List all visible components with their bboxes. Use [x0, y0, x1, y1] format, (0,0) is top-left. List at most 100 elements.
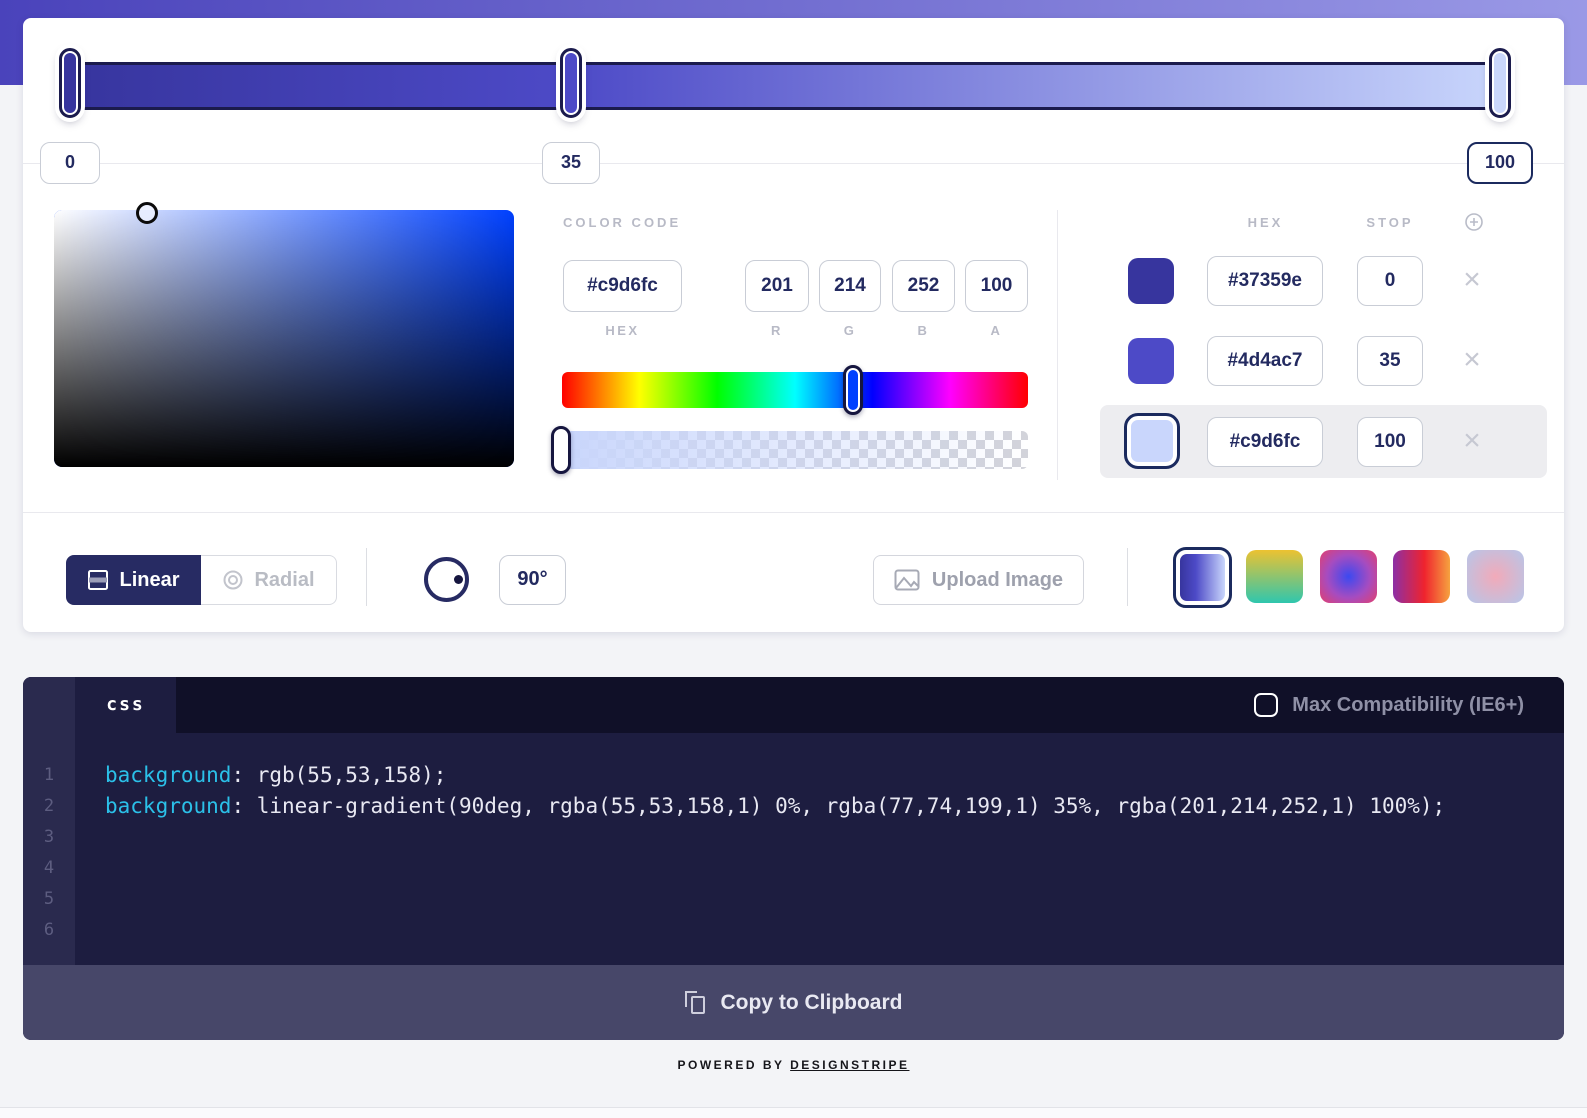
- css-property: background: [105, 794, 232, 818]
- hex-field-label: HEX: [605, 323, 640, 338]
- horizontal-divider: [23, 512, 1564, 513]
- code-header: css Max Compatibility (IE6+): [75, 677, 1564, 733]
- gradient-stop-handle-100[interactable]: [1489, 48, 1511, 118]
- stop-swatch[interactable]: [1128, 258, 1174, 304]
- upload-image-button[interactable]: Upload Image: [873, 555, 1084, 605]
- add-stop-icon[interactable]: [1463, 211, 1485, 233]
- alpha-input[interactable]: 100: [965, 260, 1028, 312]
- line-number: 1: [43, 765, 55, 785]
- stop-value-input[interactable]: 100: [1357, 417, 1423, 467]
- designstripe-link[interactable]: DESIGNSTRIPE: [790, 1058, 909, 1072]
- blue-input[interactable]: 252: [892, 260, 955, 312]
- gradient-preview-bar[interactable]: [68, 62, 1502, 110]
- stop-handle-color: [1494, 53, 1506, 113]
- upload-image-label: Upload Image: [931, 568, 1064, 591]
- copy-to-clipboard-label: Copy to Clipboard: [720, 990, 903, 1014]
- r-field-label: R: [771, 323, 783, 338]
- gradient-generator-app: 0 35 100 COLOR CODE #c9d6fc 201 214 252 …: [0, 0, 1587, 1118]
- image-icon: [894, 569, 920, 591]
- stops-hex-header: HEX: [1247, 215, 1284, 230]
- vertical-divider: [1057, 210, 1058, 480]
- max-compatibility-checkbox[interactable]: [1254, 693, 1279, 717]
- max-compatibility-toggle[interactable]: Max Compatibility (IE6+): [1254, 677, 1524, 733]
- preset-gradient-2[interactable]: [1320, 550, 1377, 603]
- copy-to-clipboard-button[interactable]: Copy to Clipboard: [23, 965, 1564, 1040]
- saturation-overlay: [54, 210, 514, 467]
- line-number: 2: [43, 796, 55, 816]
- color-code-label: COLOR CODE: [563, 215, 682, 230]
- stop-position-input-100-selected[interactable]: 100: [1467, 142, 1533, 184]
- alpha-slider-handle[interactable]: [551, 426, 571, 474]
- preset-gradient-1[interactable]: [1246, 550, 1303, 603]
- linear-icon: [87, 569, 109, 591]
- line-number: 4: [43, 858, 55, 878]
- angle-dial[interactable]: [424, 557, 469, 602]
- gradient-type-toggle: Linear Radial: [66, 555, 337, 605]
- stop-hex-input[interactable]: #c9d6fc: [1207, 417, 1323, 467]
- copy-icon: [684, 990, 707, 1015]
- code-line-1: background: rgb(55,53,158);: [105, 760, 1564, 791]
- stops-stop-header: STOP: [1366, 215, 1414, 230]
- angle-input[interactable]: 90°: [499, 555, 566, 605]
- preset-gradient-0-selected[interactable]: [1173, 547, 1232, 608]
- delete-stop-icon[interactable]: ×: [1452, 256, 1492, 306]
- tab-css[interactable]: css: [75, 677, 176, 733]
- stop-row-0: #37359e 0 ×: [1100, 244, 1547, 318]
- stop-hex-input[interactable]: #4d4ac7: [1207, 336, 1323, 386]
- line-numbers: 1 2 3 4 5 6: [23, 760, 75, 946]
- stop-handle-color: [565, 53, 577, 113]
- code-area[interactable]: background: rgb(55,53,158); background: …: [75, 733, 1564, 822]
- stop-swatch-selected[interactable]: [1124, 413, 1180, 469]
- radial-icon: [222, 569, 244, 591]
- line-number: 6: [43, 920, 55, 940]
- red-input[interactable]: 201: [745, 260, 809, 312]
- stop-value-input[interactable]: 35: [1357, 336, 1423, 386]
- stop-value-input[interactable]: 0: [1357, 256, 1423, 306]
- green-input[interactable]: 214: [819, 260, 881, 312]
- delete-stop-icon[interactable]: ×: [1452, 336, 1492, 386]
- color-picker-cursor[interactable]: [136, 202, 158, 224]
- max-compatibility-label: Max Compatibility (IE6+): [1292, 693, 1524, 716]
- angle-dial-dot: [454, 575, 463, 584]
- code-line-2: background: linear-gradient(90deg, rgba(…: [105, 791, 1564, 822]
- stop-handle-color: [64, 53, 76, 113]
- radial-toggle-button[interactable]: Radial: [201, 555, 337, 605]
- alpha-gradient-overlay: [562, 431, 1028, 469]
- css-value: : rgb(55,53,158);: [231, 763, 447, 787]
- radial-label: Radial: [254, 568, 315, 591]
- stop-row-2-selected: #c9d6fc 100 ×: [1100, 405, 1547, 478]
- line-number: 5: [43, 889, 55, 909]
- footer: POWERED BY DESIGNSTRIPE: [0, 1058, 1587, 1072]
- hue-handle-color: [848, 370, 858, 410]
- gradient-stop-handle-35[interactable]: [560, 48, 582, 118]
- alpha-slider[interactable]: [562, 431, 1028, 469]
- css-value: : linear-gradient(90deg, rgba(55,53,158,…: [231, 794, 1446, 818]
- preset-gradient-3[interactable]: [1393, 550, 1450, 603]
- toolbar-divider: [366, 548, 367, 606]
- preset-gradient-4[interactable]: [1467, 550, 1524, 603]
- gradient-stop-handle-0[interactable]: [59, 48, 81, 118]
- stop-position-input-35[interactable]: 35: [542, 142, 600, 184]
- bottom-strip: [0, 1107, 1587, 1118]
- stop-hex-input[interactable]: #37359e: [1207, 256, 1323, 306]
- preset-fill: [1180, 554, 1225, 601]
- editor-card: 0 35 100 COLOR CODE #c9d6fc 201 214 252 …: [23, 18, 1564, 632]
- g-field-label: G: [843, 323, 857, 338]
- stop-position-input-0[interactable]: 0: [40, 142, 100, 184]
- saturation-brightness-square[interactable]: [54, 210, 514, 467]
- powered-by-text: POWERED BY: [677, 1058, 791, 1072]
- hue-slider-handle[interactable]: [843, 365, 863, 415]
- stop-row-1: #4d4ac7 35 ×: [1100, 324, 1547, 398]
- line-number: 3: [43, 827, 55, 847]
- stop-connector-line: [23, 163, 1564, 164]
- css-code-panel: css Max Compatibility (IE6+) 1 2 3 4 5 6…: [23, 677, 1564, 1040]
- hex-input[interactable]: #c9d6fc: [563, 260, 682, 312]
- hue-slider[interactable]: [562, 372, 1028, 408]
- linear-label: Linear: [119, 568, 180, 591]
- stop-swatch[interactable]: [1128, 338, 1174, 384]
- b-field-label: B: [917, 323, 930, 338]
- linear-toggle-button[interactable]: Linear: [66, 555, 201, 605]
- toolbar-divider: [1127, 548, 1128, 606]
- delete-stop-icon[interactable]: ×: [1452, 417, 1492, 467]
- a-field-label: A: [990, 323, 1003, 338]
